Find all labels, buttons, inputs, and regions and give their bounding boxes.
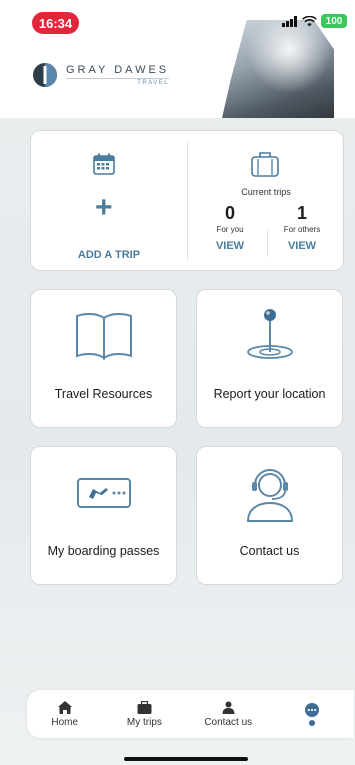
nav-more[interactable]: [270, 690, 354, 738]
logo-subtitle: TRAVEL: [66, 78, 170, 86]
for-others-count: 1: [296, 203, 307, 223]
view-for-you-button[interactable]: VIEW: [194, 240, 266, 252]
add-trip-label: ADD A TRIP: [77, 249, 141, 261]
book-icon: [75, 312, 132, 360]
calendar-icon: [93, 153, 115, 175]
trips-card: + ADD A TRIP Current trips 0 For you VIE…: [30, 130, 344, 271]
for-others-column: 1 For others VIEW: [266, 203, 338, 252]
boarding-pass-icon: [76, 478, 131, 508]
for-others-label: For others: [283, 225, 321, 234]
wifi-icon: [302, 15, 317, 26]
status-icons: 100: [282, 14, 347, 28]
header-hero-image: [222, 20, 334, 118]
signal-icon: [282, 15, 297, 27]
nav-contact-us-label: Contact us: [204, 716, 253, 728]
for-you-count: 0: [224, 203, 235, 223]
app-header: 16:34 100 GRAY DAWES TRAVEL: [0, 0, 355, 118]
for-you-column: 0 For you VIEW: [194, 203, 266, 252]
nav-contact-us[interactable]: Contact us: [186, 690, 270, 738]
suitcase-icon: [251, 152, 279, 177]
logo-mark-icon: [33, 63, 57, 87]
view-for-others-button[interactable]: VIEW: [266, 240, 338, 252]
boarding-passes-tile[interactable]: My boarding passes: [30, 446, 177, 585]
home-icon: [57, 700, 72, 714]
current-trips-section: Current trips 0 For you VIEW 1 For other…: [188, 131, 344, 272]
add-trip-button[interactable]: + ADD A TRIP: [31, 131, 187, 272]
bottom-navigation: Home My trips Contact us: [27, 690, 354, 738]
boarding-passes-label: My boarding passes: [47, 544, 160, 558]
current-trips-title: Current trips: [241, 187, 291, 197]
nav-my-trips-label: My trips: [126, 716, 162, 728]
nav-home[interactable]: Home: [27, 690, 102, 738]
travel-resources-tile[interactable]: Travel Resources: [30, 289, 177, 428]
for-you-label: For you: [216, 225, 244, 234]
headset-agent-icon: [246, 469, 293, 522]
logo-name: GRAY DAWES: [66, 64, 170, 76]
report-location-tile[interactable]: Report your location: [196, 289, 343, 428]
more-icon: [305, 702, 320, 717]
report-location-label: Report your location: [213, 387, 326, 401]
home-indicator-bar[interactable]: [124, 757, 248, 761]
plus-icon: +: [95, 191, 113, 224]
contact-us-label: Contact us: [239, 544, 300, 558]
status-time: 16:34: [32, 12, 79, 34]
travel-resources-label: Travel Resources: [54, 387, 153, 401]
person-icon: [222, 701, 235, 714]
nav-my-trips[interactable]: My trips: [102, 690, 186, 738]
battery-indicator: 100: [321, 14, 347, 28]
briefcase-icon: [137, 700, 152, 714]
contact-us-tile[interactable]: Contact us: [196, 446, 343, 585]
nav-home-label: Home: [51, 716, 79, 728]
location-pin-icon: [246, 309, 293, 359]
active-indicator-dot: [309, 719, 316, 726]
company-logo: GRAY DAWES TRAVEL: [32, 62, 170, 88]
